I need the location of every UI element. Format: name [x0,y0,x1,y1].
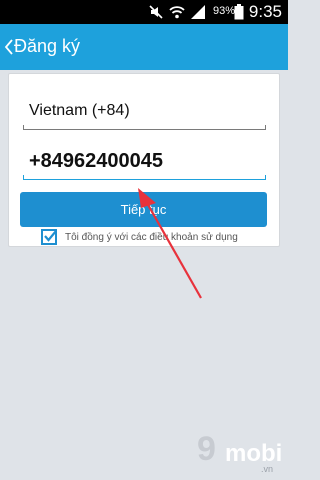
registration-card: Vietnam (+84) +84962400045 Tiếp tục Tôi … [8,73,280,247]
country-selector[interactable]: Vietnam (+84) [23,94,266,130]
watermark-logo: 9 mobi .vn [195,430,285,478]
terms-label: Tôi đồng ý với các điều khoản sử dụng [65,232,238,243]
country-value: Vietnam (+84) [29,102,130,119]
back-button[interactable]: Đăng ký [0,24,110,70]
battery-icon [234,4,244,20]
logo-word: mobi [225,440,283,467]
mute-icon [149,5,163,19]
phone-underline [23,175,266,180]
wifi-icon [169,6,185,19]
clock: 9:35 [248,2,282,21]
page-title: Đăng ký [14,36,81,56]
chevron-left-icon [4,39,13,55]
app-bar: Đăng ký [0,24,288,70]
phone-value: +84962400045 [29,150,164,172]
continue-button[interactable]: Tiếp tục [20,192,267,227]
checkmark-icon [44,230,57,242]
logo-domain: .vn [261,464,274,474]
country-underline [23,125,266,130]
signal-icon [191,5,205,19]
terms-checkbox-row[interactable]: Tôi đồng ý với các điều khoản sử dụng [41,229,271,249]
logo-digit: 9 [197,430,216,468]
status-bar: 93% 9:35 [0,0,288,24]
terms-checkbox[interactable] [41,229,57,245]
battery-percent: 93% [212,5,235,17]
phone-input[interactable]: +84962400045 [23,144,266,180]
